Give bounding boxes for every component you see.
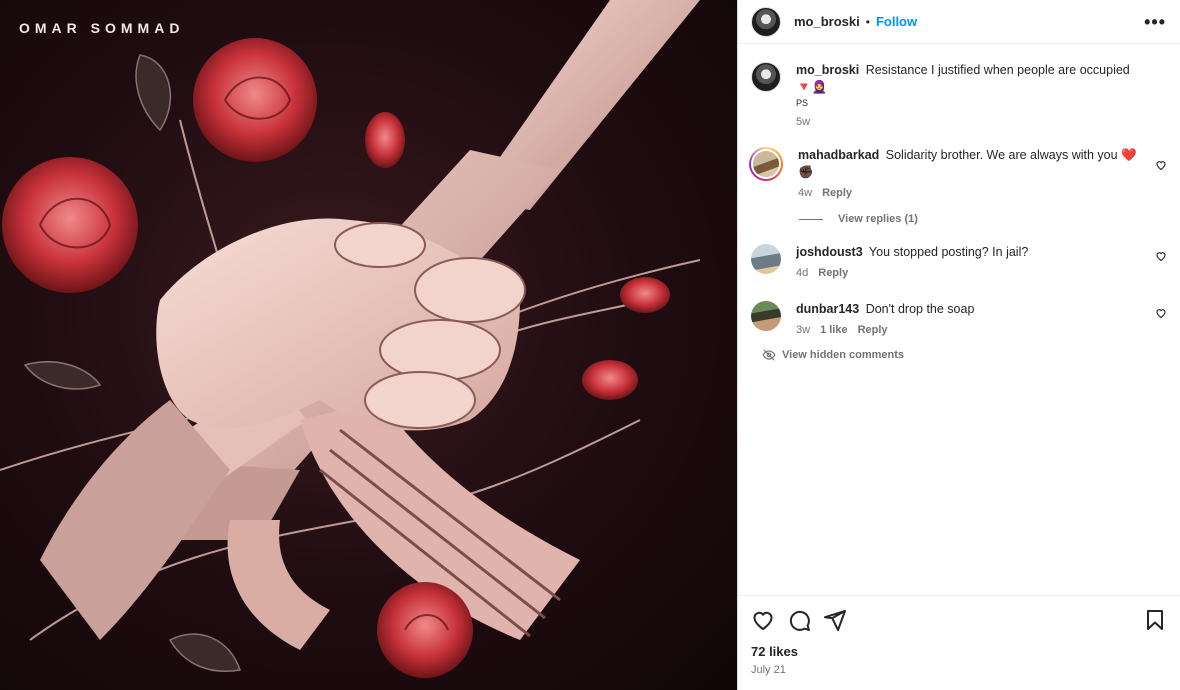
follow-button[interactable]: Follow xyxy=(876,14,917,29)
caption-ps: PS xyxy=(796,98,809,108)
view-replies-label: View replies (1) xyxy=(838,213,918,225)
commenter-avatar[interactable] xyxy=(751,301,781,331)
artwork-illustration xyxy=(0,0,701,678)
comment-time[interactable]: 3w xyxy=(796,324,810,336)
comment-heart-icon[interactable] xyxy=(1155,250,1167,262)
commenter-avatar[interactable] xyxy=(749,147,783,181)
comment-body: Solidarity brother. We are always with y… xyxy=(885,148,1118,162)
caption-emojis: 🔻🧕 xyxy=(796,80,828,94)
caption: mo_broski Resistance I justified when pe… xyxy=(751,62,1167,128)
post-image[interactable]: OMAR SOMMAD xyxy=(0,0,737,690)
reply-button[interactable]: Reply xyxy=(818,267,848,279)
caption-body: Resistance I justified when people are o… xyxy=(865,63,1130,77)
reply-button[interactable]: Reply xyxy=(822,187,852,199)
comment-item: joshdoust3 You stopped posting? In jail?… xyxy=(751,244,1167,279)
caption-username[interactable]: mo_broski xyxy=(796,63,859,77)
more-icon[interactable]: ••• xyxy=(1144,13,1166,31)
comment-body: Don't drop the soap xyxy=(865,302,975,316)
share-icon[interactable] xyxy=(823,608,847,632)
comment-likes-count[interactable]: 1 like xyxy=(820,324,848,336)
comment-emoji: ❤️ xyxy=(1121,148,1137,162)
owner-avatar[interactable] xyxy=(751,6,781,37)
comments-list: mo_broski Resistance I justified when pe… xyxy=(738,44,1180,362)
comment-time[interactable]: 4w xyxy=(798,187,812,199)
commenter-username[interactable]: joshdoust3 xyxy=(796,245,863,259)
post-viewer: OMAR SOMMAD mo_broski • Follow ••• mo_br… xyxy=(0,0,1180,690)
eye-off-icon xyxy=(762,349,776,361)
view-hidden-comments-button[interactable]: View hidden comments xyxy=(762,348,1167,362)
separator-dot: • xyxy=(865,14,870,29)
reply-button[interactable]: Reply xyxy=(858,324,888,336)
comment-item: dunbar143 Don't drop the soap 3w 1 like … xyxy=(751,301,1167,336)
post-side-panel: mo_broski • Follow ••• mo_broski Resista… xyxy=(737,0,1180,690)
action-bar xyxy=(751,608,1167,632)
view-replies-button[interactable]: View replies (1) xyxy=(799,213,1167,225)
caption-text: mo_broski Resistance I justified when pe… xyxy=(796,62,1139,110)
comment-icon[interactable] xyxy=(787,608,811,632)
post-header: mo_broski • Follow ••• xyxy=(738,0,1180,44)
heart-icon[interactable] xyxy=(751,608,775,632)
comment-body: You stopped posting? In jail? xyxy=(868,245,1029,259)
caption-time[interactable]: 5w xyxy=(796,116,810,128)
comment-item: mahadbarkad Solidarity brother. We are a… xyxy=(749,147,1167,199)
comment-text: dunbar143 Don't drop the soap xyxy=(796,301,1139,318)
likes-count[interactable]: 72 likes xyxy=(751,644,1167,659)
comment-heart-icon[interactable] xyxy=(1155,159,1167,171)
post-footer: 72 likes July 21 xyxy=(738,595,1180,690)
commenter-avatar[interactable] xyxy=(751,244,781,274)
comment-heart-icon[interactable] xyxy=(1155,307,1167,319)
album-title-overlay: OMAR SOMMAD xyxy=(19,20,185,36)
comment-text: mahadbarkad Solidarity brother. We are a… xyxy=(798,147,1139,181)
owner-username[interactable]: mo_broski xyxy=(794,14,860,29)
comment-time[interactable]: 4d xyxy=(796,267,808,279)
caption-avatar[interactable] xyxy=(751,62,781,92)
post-date[interactable]: July 21 xyxy=(751,664,1167,676)
replies-divider-line xyxy=(799,218,823,220)
comment-emoji-2: ✊🏿 xyxy=(798,165,814,179)
bookmark-icon[interactable] xyxy=(1143,608,1167,632)
commenter-username[interactable]: mahadbarkad xyxy=(798,148,879,162)
view-hidden-label: View hidden comments xyxy=(782,349,905,361)
commenter-username[interactable]: dunbar143 xyxy=(796,302,859,316)
comment-text: joshdoust3 You stopped posting? In jail? xyxy=(796,244,1139,261)
